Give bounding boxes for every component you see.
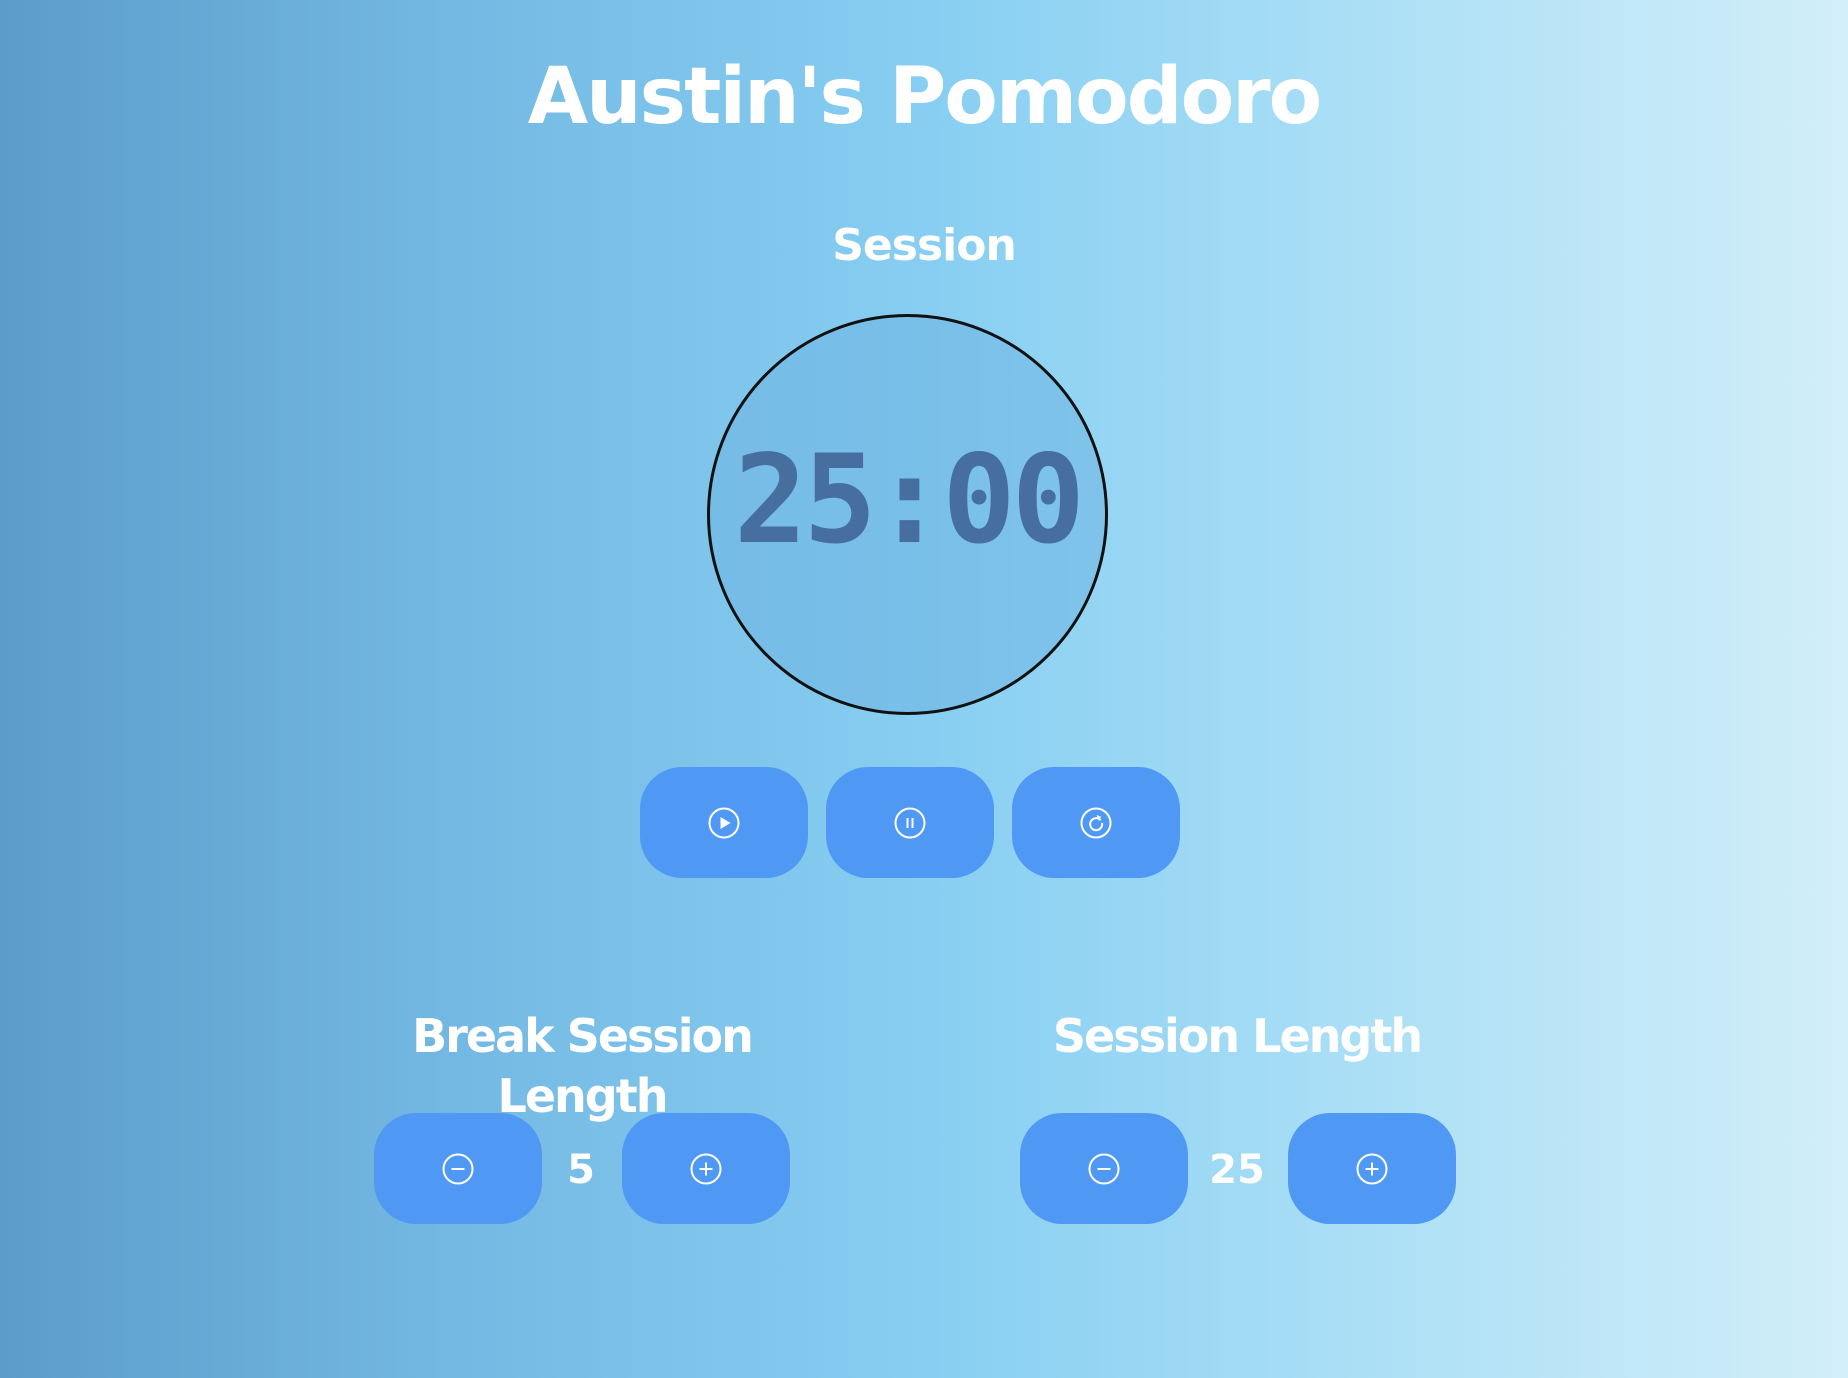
timer-display: 25:00 xyxy=(733,429,1085,571)
minus-circle-icon xyxy=(1088,1153,1120,1184)
play-button[interactable] xyxy=(640,767,808,878)
play-circle-icon xyxy=(708,807,740,838)
session-decrement-button[interactable] xyxy=(1020,1113,1188,1224)
pomodoro-app: Austin's Pomodoro Session 25:00 Break Se… xyxy=(0,0,1848,1378)
app-title: Austin's Pomodoro xyxy=(527,52,1322,142)
session-length-value: 25 xyxy=(1209,1147,1265,1193)
break-decrement-button[interactable] xyxy=(374,1113,542,1224)
session-length-label: Session Length xyxy=(1052,1009,1423,1063)
timer-mode-label: Session xyxy=(832,220,1017,271)
plus-circle-icon xyxy=(1356,1153,1388,1184)
break-length-value: 5 xyxy=(567,1147,595,1193)
pause-button[interactable] xyxy=(826,767,994,878)
pause-circle-icon xyxy=(894,807,926,838)
reset-button[interactable] xyxy=(1012,767,1180,878)
break-increment-button[interactable] xyxy=(622,1113,790,1224)
plus-circle-icon xyxy=(690,1153,722,1184)
timer-circle: 25:00 xyxy=(707,314,1108,715)
session-increment-button[interactable] xyxy=(1288,1113,1456,1224)
break-length-label: Break Session Length xyxy=(412,1009,754,1123)
minus-circle-icon xyxy=(442,1153,474,1184)
refresh-circle-icon xyxy=(1080,807,1112,838)
